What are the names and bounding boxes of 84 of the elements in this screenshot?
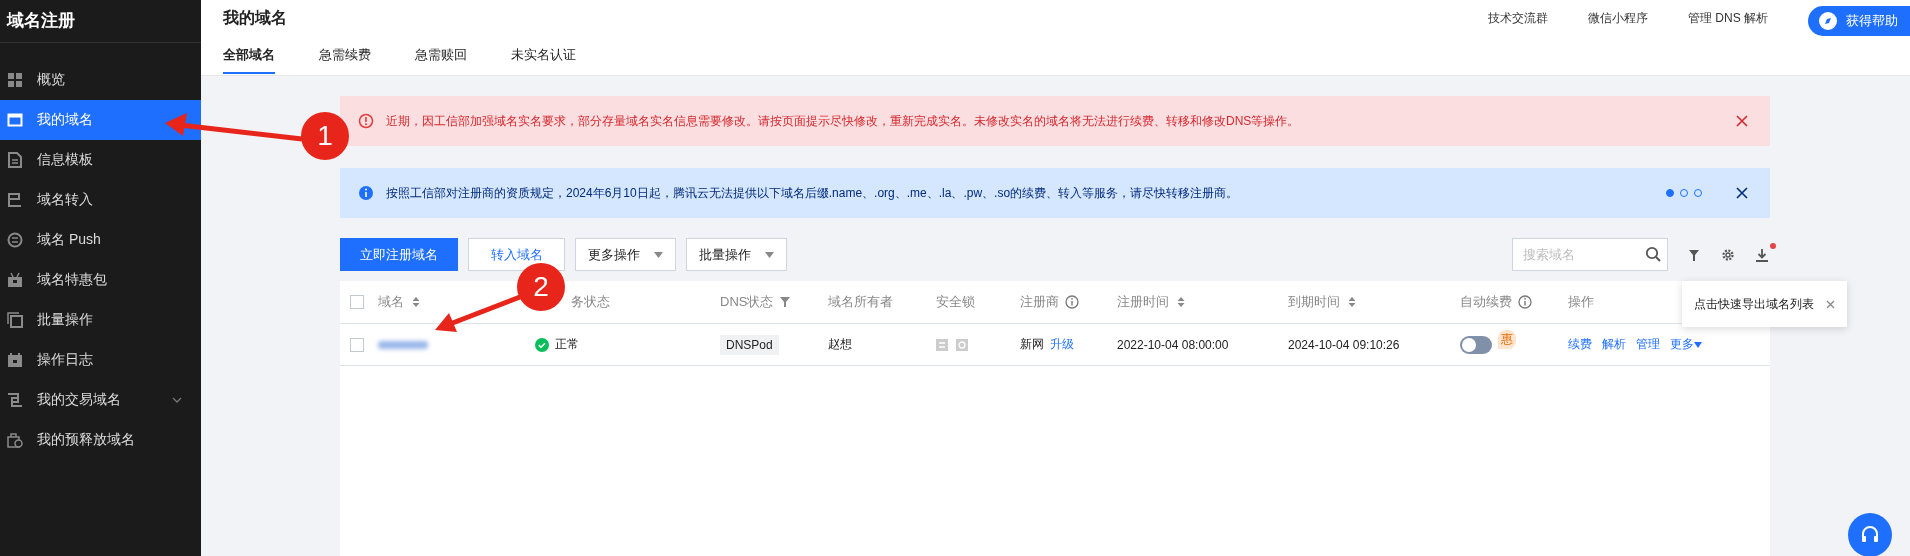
check-circle-icon <box>535 337 549 352</box>
gift-icon <box>7 272 23 288</box>
column-header: 务状态 <box>571 293 610 311</box>
tab[interactable]: 急需续费 <box>319 41 371 74</box>
transfer-icon <box>7 192 23 208</box>
column-header: 域名 <box>378 293 404 311</box>
caret-icon <box>654 251 663 258</box>
warning-icon <box>358 113 374 129</box>
search-icon <box>1645 246 1661 262</box>
exchange-icon <box>7 232 23 248</box>
page-title: 我的域名 <box>223 8 288 28</box>
table-cell: 赵想 <box>828 336 852 353</box>
search-field[interactable]: 搜索域名 <box>1512 238 1668 271</box>
checkbox[interactable] <box>350 337 364 352</box>
filter-icon <box>779 296 792 308</box>
info-icon <box>1065 295 1079 309</box>
close-icon <box>1826 300 1835 309</box>
column-header: 注册商 <box>1020 293 1059 311</box>
table-cell: 2022-10-04 08:00:00 <box>1117 337 1229 352</box>
dns-tag: DNSPod <box>720 334 779 355</box>
column-header: 域名所有者 <box>828 293 893 311</box>
tab[interactable]: 未实名认证 <box>511 41 576 74</box>
table-cell: 新网 <box>1020 336 1044 353</box>
help-button[interactable]: 获得帮助 <box>1808 5 1910 36</box>
action-link[interactable]: 解析 <box>1602 336 1626 353</box>
compass-icon <box>1818 10 1838 31</box>
alert-text: 按照工信部对注册商的资质规定，2024年6月10日起，腾讯云无法提供以下域名后缀.name、.org、.me、.la、.pw、.so的续费、转入等服务，请尽快转移注册商。 <box>386 184 1240 202</box>
action-link[interactable]: 管理 <box>1636 336 1660 353</box>
column-header: 自动续费 <box>1460 293 1512 311</box>
alert-text: 近期，因工信部加强域名实名要求，部分存量域名实名信息需要修改。请按页面提示尽快修改，重新完成实名。未修改实名的域名将无法进行续费、转移和修改DNS等操作。 <box>386 112 1301 130</box>
blurred-domain[interactable] <box>378 340 428 349</box>
calendar-icon <box>7 352 23 368</box>
tooltip-text: 点击快速导出域名列表 <box>1694 295 1814 313</box>
sidebar-item[interactable]: 我的域名 <box>0 100 201 140</box>
toolbar-button[interactable]: 更多操作 <box>575 238 676 271</box>
column-header: 到期时间 <box>1288 293 1340 311</box>
sidebar-item[interactable]: 我的交易域名 <box>0 380 201 420</box>
sort-icon <box>1175 296 1187 308</box>
column-header: 注册时间 <box>1117 293 1169 311</box>
sort-icon <box>1346 296 1358 308</box>
window-icon <box>7 112 23 128</box>
action-link[interactable]: 续费 <box>1568 336 1592 353</box>
sidebar-item[interactable]: 我的预释放域名 <box>0 420 201 460</box>
discount-badge: 惠 <box>1498 330 1516 349</box>
tab[interactable]: 全部域名 <box>223 41 275 74</box>
column-header: 操作 <box>1568 293 1594 311</box>
pager-dot[interactable] <box>1666 189 1674 197</box>
status-text: 正常 <box>555 336 579 353</box>
table-cell: 2024-10-04 09:10:26 <box>1288 337 1400 352</box>
column-header: DNS状态 <box>720 293 774 311</box>
info-icon <box>358 185 374 201</box>
caret-icon <box>765 251 774 258</box>
sort-icon <box>410 296 422 308</box>
sidebar-item[interactable]: 域名 Push <box>0 220 201 260</box>
sidebar-item[interactable]: 操作日志 <box>0 340 201 380</box>
checkbox[interactable] <box>350 295 364 309</box>
toolbar-button[interactable]: 转入域名 <box>468 238 565 271</box>
toolbar-button[interactable]: 批量操作 <box>686 238 787 271</box>
sidebar-item[interactable]: 信息模板 <box>0 140 201 180</box>
toggle-switch[interactable] <box>1460 335 1492 354</box>
copy-icon <box>7 312 23 328</box>
download-icon <box>1754 246 1770 263</box>
sidebar-item[interactable]: 域名特惠包 <box>0 260 201 300</box>
sidebar-item[interactable]: 域名转入 <box>0 180 201 220</box>
store-icon <box>7 432 23 448</box>
toolbar-button[interactable]: 立即注册域名 <box>340 238 458 271</box>
header-link[interactable]: 微信小程序 <box>1588 10 1648 27</box>
settings-icon <box>1720 246 1736 263</box>
sidebar-item[interactable]: 概览 <box>0 60 201 100</box>
chevron-down-icon <box>172 395 182 405</box>
sidebar-item[interactable]: 批量操作 <box>0 300 201 340</box>
upgrade-link[interactable]: 升级 <box>1050 336 1074 353</box>
document-icon <box>7 152 23 168</box>
grid-icon <box>7 72 23 88</box>
tab[interactable]: 急需赎回 <box>415 41 467 74</box>
header-link[interactable]: 技术交流群 <box>1488 10 1548 27</box>
caret-icon <box>1694 342 1702 348</box>
trade-icon <box>7 392 23 408</box>
info-icon <box>1518 295 1532 309</box>
close-icon <box>1736 115 1748 127</box>
close-icon <box>1736 187 1748 199</box>
action-link[interactable]: 更多 <box>1670 336 1702 353</box>
column-header: 安全锁 <box>936 293 975 311</box>
header-link[interactable]: 管理 DNS 解析 <box>1688 10 1768 27</box>
